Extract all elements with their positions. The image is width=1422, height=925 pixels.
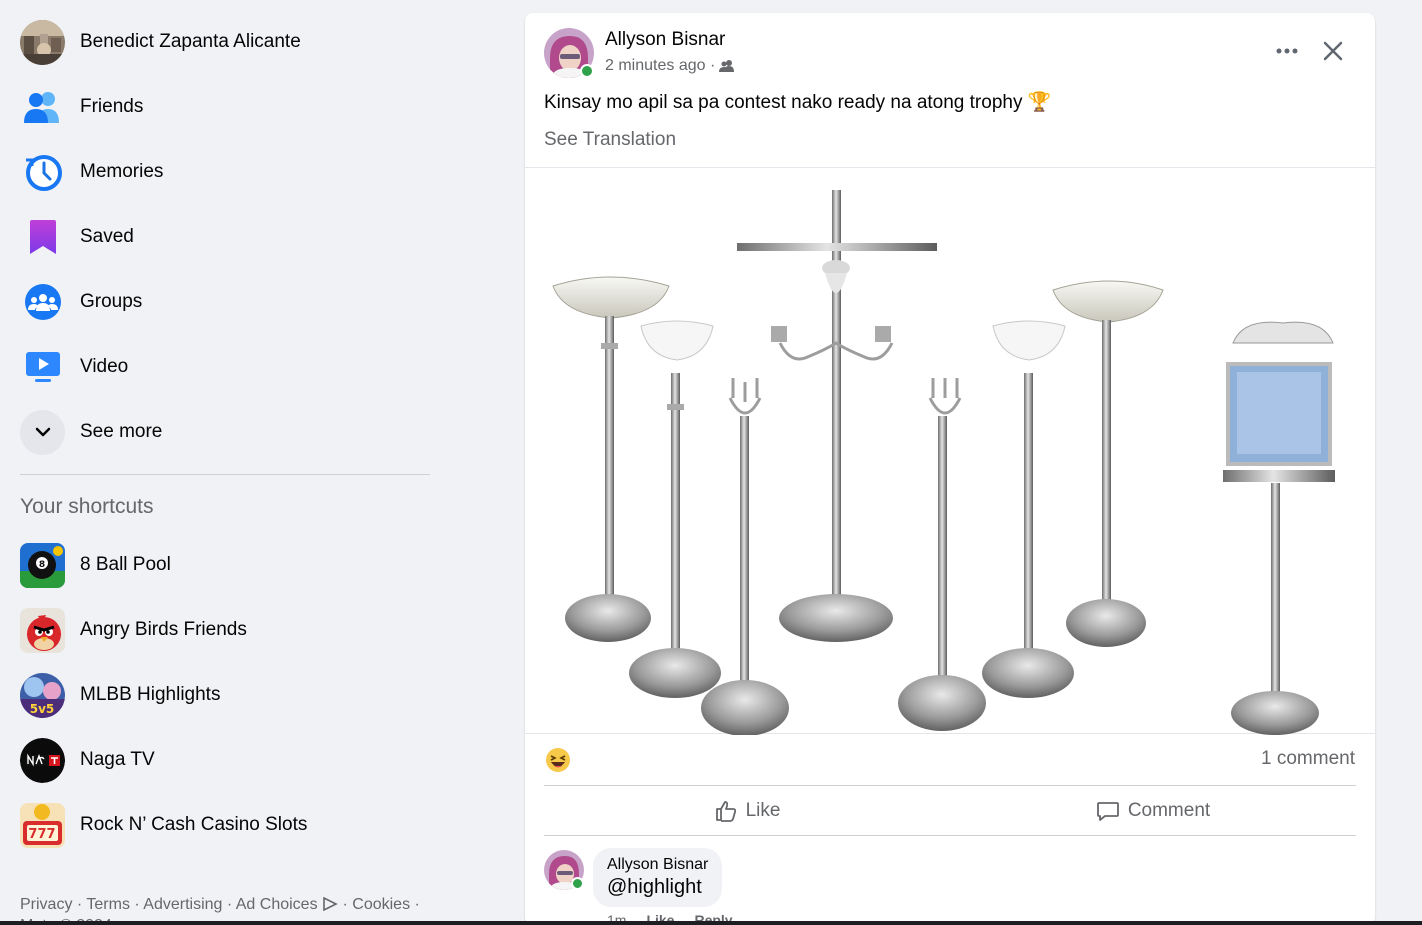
like-button[interactable]: Like — [544, 791, 950, 831]
comment-count[interactable]: 1 comment — [1261, 748, 1355, 770]
8-ball-pool-icon: 8 — [20, 542, 65, 588]
footer-links: Privacy · Terms · Advertising · Ad Choic… — [20, 895, 420, 915]
shortcut-rock-n-cash[interactable]: 777 Rock N’ Cash Casino Slots — [20, 800, 307, 850]
sidebar-item-friends[interactable]: Friends — [20, 82, 143, 132]
comment-bubble: Allyson Bisnar @highlight — [593, 848, 723, 907]
post-author-name[interactable]: Allyson Bisnar — [605, 29, 725, 51]
sidebar-divider — [20, 474, 430, 475]
shortcut-label: MLBB Highlights — [80, 684, 221, 705]
saved-icon — [20, 215, 65, 260]
shortcuts-title: Your shortcuts — [20, 495, 154, 518]
footer-text[interactable]: Privacy · Terms · Advertising · Ad Choic… — [20, 896, 318, 913]
friends-audience-icon — [719, 60, 735, 72]
groups-icon — [20, 280, 65, 325]
actions-divider — [544, 835, 1356, 836]
sidebar-item-label: Groups — [80, 291, 143, 312]
post-meta: 2 minutes ago · — [605, 57, 735, 75]
sidebar-item-label: Video — [80, 356, 129, 377]
shortcut-label: Naga TV — [80, 749, 155, 770]
comment-icon — [1096, 802, 1119, 821]
see-translation-link[interactable]: See Translation — [544, 129, 676, 151]
haha-reaction-icon[interactable] — [545, 747, 571, 773]
sidebar-item-groups[interactable]: Groups — [20, 277, 142, 327]
sidebar-item-label: See more — [80, 421, 163, 442]
sidebar-item-label: Memories — [80, 161, 164, 182]
angry-birds-icon — [20, 607, 65, 653]
shortcut-label: 8 Ball Pool — [80, 554, 171, 575]
close-icon[interactable] — [1313, 31, 1353, 71]
sidebar-item-saved[interactable]: Saved — [20, 212, 134, 262]
ad-choices-icon — [323, 896, 338, 912]
footer-cookies[interactable]: · Cookies · — [342, 896, 419, 913]
shortcut-8-ball-pool[interactable]: 8 8 Ball Pool — [20, 540, 171, 590]
sidebar-item-label: Saved — [80, 226, 134, 247]
video-icon — [20, 345, 65, 390]
left-sidebar: Benedict Zapanta Alicante Friends Memori… — [0, 0, 450, 925]
comment-author-name[interactable]: Allyson Bisnar — [607, 856, 708, 874]
more-options-icon[interactable] — [1265, 33, 1309, 69]
shortcut-label: Rock N’ Cash Casino Slots — [80, 814, 308, 835]
post-photo[interactable] — [525, 167, 1375, 736]
comment-text: @highlight — [607, 876, 702, 898]
comment-button[interactable]: Comment — [950, 791, 1356, 831]
post-card: Allyson Bisnar 2 minutes ago · Kinsay mo… — [525, 13, 1375, 925]
see-more-button[interactable]: See more — [20, 407, 162, 457]
svg-text:5v5: 5v5 — [30, 702, 55, 716]
like-icon — [715, 801, 736, 822]
like-label: Like — [745, 800, 781, 821]
casino-slots-icon: 777 — [20, 802, 65, 848]
online-status-dot — [580, 64, 594, 78]
post-text: Kinsay mo apil sa pa contest nako ready … — [544, 92, 1052, 113]
shortcut-angry-birds-friends[interactable]: Angry Birds Friends — [20, 605, 247, 655]
actions-divider — [544, 785, 1356, 786]
chevron-down-icon — [20, 409, 65, 455]
memories-icon — [20, 150, 65, 195]
svg-text:777: 777 — [28, 827, 55, 842]
post-timestamp[interactable]: 2 minutes ago · — [605, 57, 715, 75]
shortcut-naga-tv[interactable]: Naga TV — [20, 735, 155, 785]
profile-name: Benedict Zapanta Alicante — [80, 31, 301, 52]
mlbb-highlights-icon: 5v5 — [20, 672, 65, 718]
sidebar-item-label: Friends — [80, 96, 144, 117]
profile-avatar — [20, 19, 65, 65]
comment-label: Comment — [1127, 800, 1211, 821]
shortcut-label: Angry Birds Friends — [80, 619, 247, 640]
friends-icon — [20, 85, 65, 130]
sidebar-item-memories[interactable]: Memories — [20, 147, 163, 197]
sidebar-item-profile[interactable]: Benedict Zapanta Alicante — [20, 17, 301, 67]
svg-text:8: 8 — [39, 560, 45, 570]
shortcut-mlbb-highlights[interactable]: 5v5 MLBB Highlights — [20, 670, 220, 720]
naga-tv-icon — [20, 737, 65, 783]
screen-bottom-edge — [0, 921, 1422, 925]
sidebar-item-video[interactable]: Video — [20, 342, 128, 392]
online-status-dot — [571, 877, 584, 890]
